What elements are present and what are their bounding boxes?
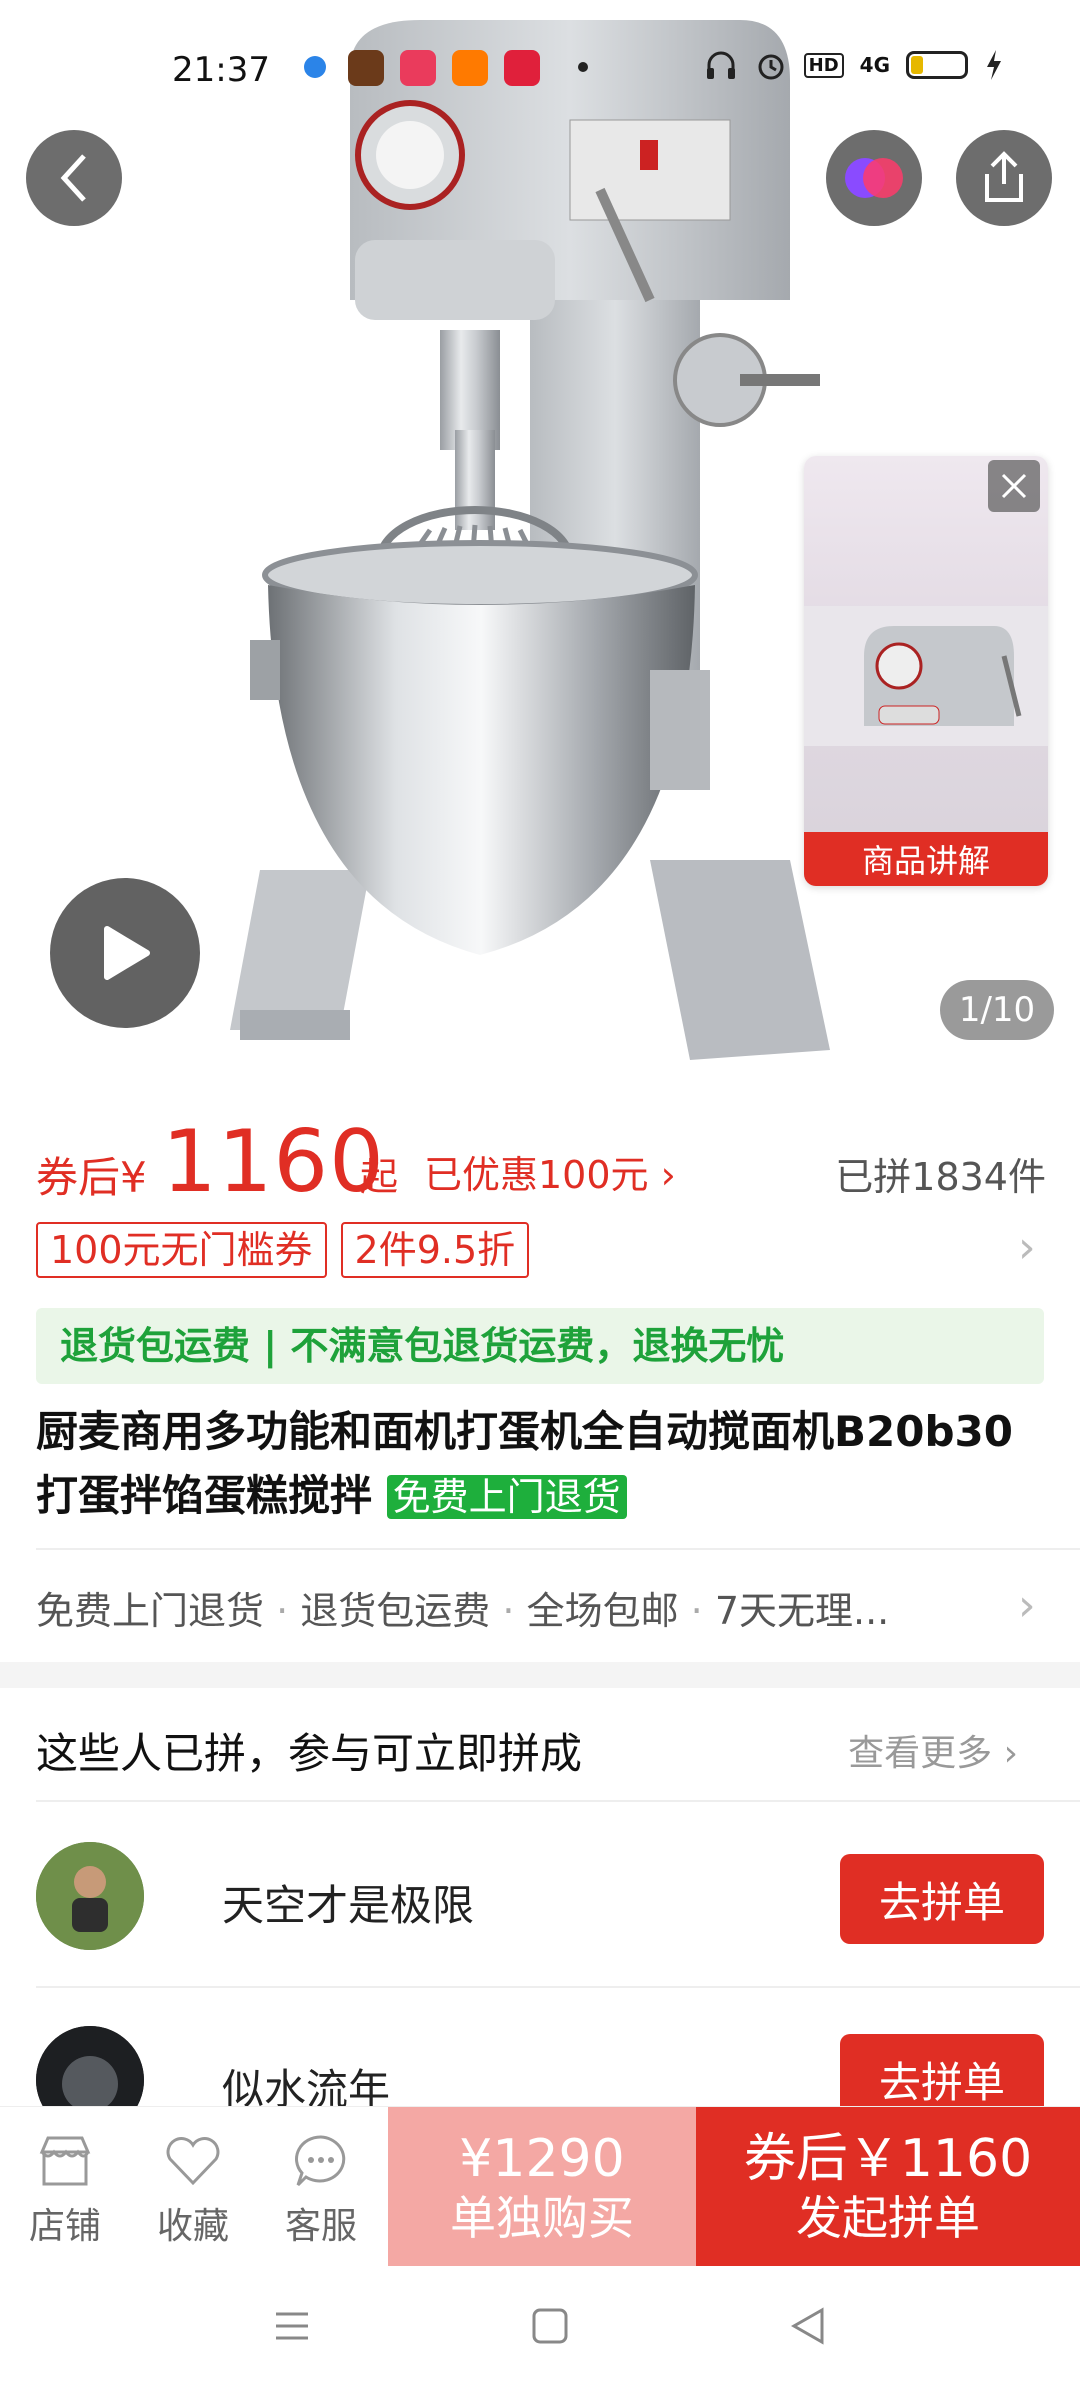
service-item: 退货包运费 — [300, 1589, 491, 1633]
free-return-tag: 免费上门退货 — [386, 1475, 627, 1519]
status-right: HD 4G — [704, 48, 1004, 82]
system-nav-bar — [0, 2266, 1080, 2400]
divider — [36, 1986, 1080, 1988]
alarm-icon — [758, 54, 784, 80]
view-more-text: 查看更多 — [848, 1733, 993, 1774]
4g-signal-icon: 4G — [859, 53, 890, 77]
overlap-circles-icon — [845, 158, 903, 198]
product-image-carousel[interactable]: 21:37 HD 4G 1/10 商品讲解 — [0, 0, 1080, 1072]
image-counter: 1/10 — [940, 980, 1054, 1040]
video-thumbnail — [804, 606, 1048, 746]
multi-window-button[interactable] — [826, 130, 922, 226]
headphones-icon — [706, 51, 735, 79]
hd-icon: HD — [803, 52, 844, 78]
service-item: 7天无理... — [714, 1589, 890, 1633]
xiaohongshu-notification-icon — [504, 50, 540, 86]
video-notification-icon — [400, 50, 436, 86]
status-time: 21:37 — [172, 50, 270, 90]
chevron-right-icon[interactable]: › — [1018, 1222, 1036, 1273]
share-icon — [985, 151, 1023, 202]
game-notification-icon — [348, 50, 384, 86]
play-video-button[interactable] — [50, 878, 200, 1028]
join-group-button[interactable]: 去拼单 — [840, 1854, 1044, 1944]
group-buy-label: 发起拼单 — [796, 2191, 980, 2245]
member-name: 天空才是极限 — [222, 1881, 475, 1930]
coupon-list[interactable]: 100元无门槛券 2件9.5折 — [36, 1222, 530, 1278]
back-button[interactable] — [26, 130, 122, 226]
store-button[interactable]: 店铺 — [10, 2131, 120, 2249]
service-list[interactable]: 免费上门退货 · 退货包运费 · 全场包邮 · 7天无理... — [36, 1580, 889, 1635]
bottom-action-bar: 店铺 收藏 客服 ¥1290 单独购买 券后￥1160 发起拼单 — [0, 2106, 1080, 2267]
price-row: 券后¥ 1160 起 已优惠100元 › 已拼1834件 — [36, 1112, 1046, 1212]
product-title: 厨麦商用多功能和面机打蛋机全自动搅面机B20b30打蛋拌馅蛋糕搅拌 免费上门退货 — [36, 1400, 1046, 1529]
share-button[interactable] — [956, 130, 1052, 226]
single-buy-label: 单独购买 — [450, 2191, 634, 2245]
single-price: ¥1290 — [459, 2129, 625, 2189]
heart-icon — [166, 2137, 220, 2186]
chevron-right-icon[interactable]: › — [1018, 1580, 1036, 1631]
coupon-tag[interactable]: 100元无门槛券 — [36, 1222, 327, 1278]
avatar-image — [36, 1842, 144, 1950]
price-prefix: 券后¥ — [36, 1153, 147, 1202]
price-suffix: 起 — [360, 1155, 399, 1199]
favorite-label: 收藏 — [156, 2206, 229, 2247]
price-amount: 1160 — [162, 1112, 385, 1212]
app-notification-icon — [304, 56, 326, 78]
coupon-tag[interactable]: 2件9.5折 — [340, 1222, 530, 1278]
group-buy-button[interactable]: 券后￥1160 发起拼单 — [696, 2107, 1080, 2267]
service-item: 免费上门退货 — [36, 1589, 265, 1633]
kuaishou-notification-icon — [452, 50, 488, 86]
group-price: 券后￥1160 — [743, 2129, 1033, 2189]
home-icon[interactable] — [530, 2306, 570, 2346]
status-bar: 21:37 HD 4G — [0, 40, 1080, 100]
customer-service-label: 客服 — [284, 2206, 357, 2247]
play-icon — [104, 926, 150, 980]
favorite-button[interactable]: 收藏 — [138, 2131, 248, 2249]
menu-icon[interactable] — [272, 2306, 312, 2346]
saving-text: 已优惠100元 — [424, 1153, 649, 1197]
close-float-button[interactable] — [988, 460, 1040, 512]
section-gap — [0, 1662, 1080, 1688]
saving-link[interactable]: 已优惠100元 › — [424, 1144, 676, 1199]
chat-icon — [295, 2135, 346, 2187]
divider — [36, 1800, 1080, 1802]
store-label: 店铺 — [28, 2206, 101, 2247]
more-notifications-icon — [578, 62, 588, 72]
service-item: 全场包邮 — [526, 1589, 679, 1633]
return-shipping-banner: 退货包运费 | 不满意包退货运费，退换无忧 — [36, 1308, 1044, 1384]
charging-icon — [987, 50, 1001, 80]
chevron-left-icon — [60, 154, 86, 202]
customer-service-button[interactable]: 客服 — [266, 2131, 376, 2249]
divider — [36, 1548, 1080, 1550]
view-more-link[interactable]: 查看更多 › — [848, 1724, 1018, 1776]
floating-video-window[interactable]: 商品讲解 — [804, 456, 1048, 886]
store-icon — [39, 2136, 91, 2186]
group-section-title: 这些人已拼，参与可立即拼成 — [36, 1729, 583, 1778]
joined-count: 已拼1834件 — [835, 1155, 1046, 1199]
close-icon — [1001, 473, 1027, 499]
product-explain-label[interactable]: 商品讲解 — [804, 832, 1048, 886]
back-nav-icon[interactable] — [788, 2306, 828, 2346]
group-row: 天空才是极限 去拼单 — [0, 1812, 1080, 1992]
avatar — [36, 1842, 144, 1950]
single-buy-button[interactable]: ¥1290 单独购买 — [388, 2107, 696, 2267]
battery-icon — [906, 51, 968, 79]
